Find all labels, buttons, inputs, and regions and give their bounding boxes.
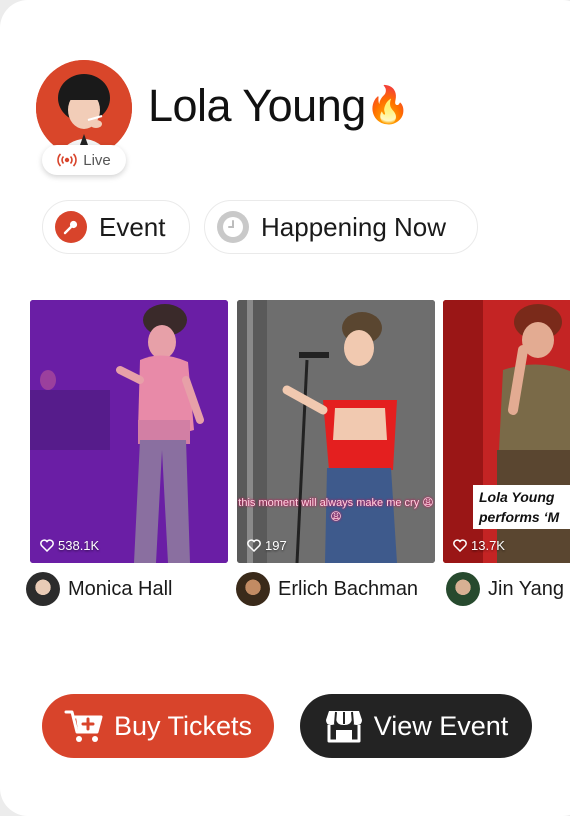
creator-3[interactable]: Jin Yang: [446, 572, 564, 606]
storefront-icon: [325, 711, 362, 743]
likes-count-1: 538.1K: [40, 538, 99, 553]
buy-tickets-label: Buy Tickets: [113, 710, 253, 741]
creator-name-1: Monica Hall: [68, 577, 173, 600]
chip-event[interactable]: Event: [42, 200, 190, 254]
creator-avatar-3: [446, 572, 480, 606]
creator-1[interactable]: Monica Hall: [26, 572, 172, 606]
creator-name-2: Erlich Bachman: [278, 577, 419, 600]
chip-happening-now-label: Happening Now: [261, 211, 447, 242]
creator-avatar-1: [26, 572, 60, 606]
heart-icon: [453, 539, 467, 552]
live-badge: Live: [42, 145, 126, 175]
broadcast-icon: [57, 153, 78, 167]
view-event-button[interactable]: View Event: [300, 694, 532, 758]
heart-icon: [247, 539, 261, 552]
video-card-1[interactable]: 538.1K: [30, 300, 228, 563]
video-thumbnail-1: [30, 300, 228, 563]
creator-name-3: Jin Yang: [488, 577, 564, 600]
chip-happening-now[interactable]: Happening Now: [204, 200, 478, 254]
live-label: Live: [83, 151, 111, 169]
likes-value-3: 13.7K: [471, 538, 505, 553]
creator-2[interactable]: Erlich Bachman: [236, 572, 418, 606]
likes-count-3: 13.7K: [453, 538, 505, 553]
heart-icon: [40, 539, 54, 552]
video-caption-3: Lola Young performs ‘M: [473, 485, 570, 529]
creator-avatar-2: [236, 572, 270, 606]
cart-plus-icon: [64, 710, 103, 742]
profile-avatar[interactable]: [36, 60, 132, 156]
video-card-2[interactable]: this moment will always make me cry 😩😩 1…: [237, 300, 435, 563]
fire-emoji: 🔥: [365, 84, 411, 125]
view-event-label: View Event: [373, 710, 509, 741]
likes-value-2: 197: [265, 538, 287, 553]
chip-event-label: Event: [99, 211, 166, 242]
video-caption-2: this moment will always make me cry 😩😩: [238, 497, 434, 523]
likes-count-2: 197: [247, 538, 287, 553]
artist-name: Lola Young🔥: [148, 80, 411, 132]
microphone-icon: [55, 211, 87, 243]
clock-icon: [217, 211, 249, 243]
avatar-image: [36, 60, 132, 156]
likes-value-1: 538.1K: [58, 538, 100, 553]
event-card: Live Lola Young🔥 Event Happening Now 538…: [0, 0, 570, 816]
artist-name-text: Lola Young: [148, 80, 366, 131]
buy-tickets-button[interactable]: Buy Tickets: [42, 694, 274, 758]
video-card-3[interactable]: Lola Young performs ‘M 13.7K: [443, 300, 570, 563]
